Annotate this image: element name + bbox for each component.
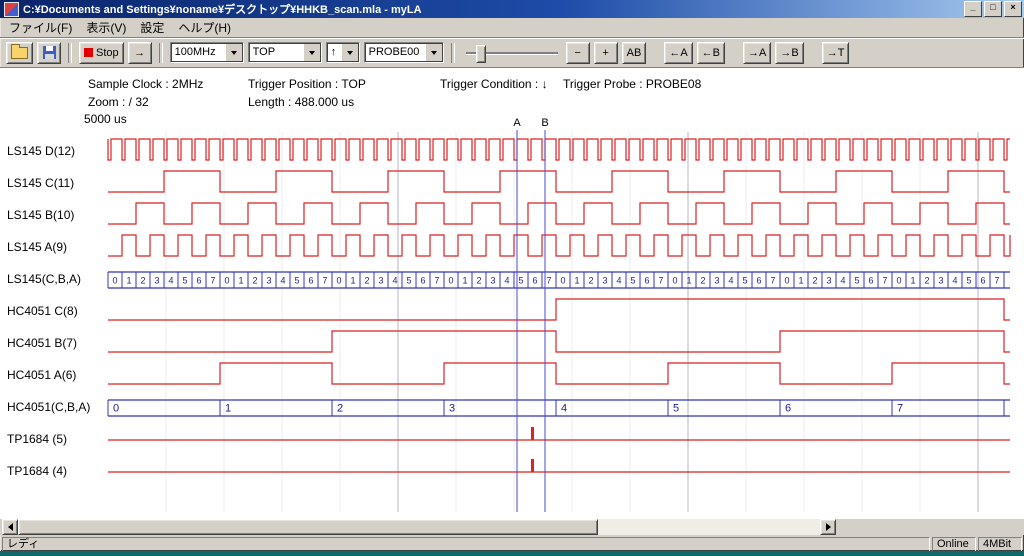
zoom-slider[interactable] xyxy=(462,43,562,63)
menu-settings[interactable]: 設定 xyxy=(133,17,171,38)
goto-cursor-b-left-button[interactable]: ←B xyxy=(697,42,725,64)
app-icon xyxy=(4,2,19,17)
status-ready: レディ xyxy=(2,537,930,551)
sample-rate-select[interactable]: 100MHz xyxy=(170,42,244,63)
menu-help[interactable]: ヘルプ(H) xyxy=(171,17,238,38)
stop-button[interactable]: Stop xyxy=(79,42,124,64)
close-button[interactable]: × xyxy=(1004,1,1022,17)
goto-cursor-b-right-button[interactable]: →B xyxy=(775,42,803,64)
trigger-position-select[interactable]: TOP xyxy=(248,42,322,63)
trigger-position-value: TOP xyxy=(249,43,303,62)
chevron-down-icon xyxy=(431,51,437,55)
statusbar: レディ Online 4MBit xyxy=(0,537,1024,551)
minimize-button[interactable]: _ xyxy=(964,1,982,17)
status-online: Online xyxy=(932,537,976,551)
menu-file[interactable]: ファイル(F) xyxy=(2,17,79,38)
app-window: C:¥Documents and Settings¥noname¥デスクトップ¥… xyxy=(0,0,1024,551)
scroll-right-button[interactable] xyxy=(820,519,836,535)
chevron-down-icon xyxy=(309,51,315,55)
goto-trigger-button[interactable]: →T xyxy=(822,42,850,64)
zoom-out-button[interactable]: − xyxy=(566,42,590,64)
trigger-edge-select[interactable]: ↑ xyxy=(326,42,360,63)
goto-cursor-a-right-button[interactable]: →A xyxy=(743,42,771,64)
goto-cursor-a-left-button[interactable]: ←A xyxy=(664,42,692,64)
save-button[interactable] xyxy=(37,42,61,64)
sample-rate-dropdown-button[interactable] xyxy=(225,43,243,62)
chevron-down-icon xyxy=(347,51,353,55)
probe-select[interactable]: PROBE00 xyxy=(364,42,444,63)
stop-label: Stop xyxy=(96,47,119,59)
run-arrow-icon: → xyxy=(134,47,145,59)
window-title: C:¥Documents and Settings¥noname¥デスクトップ¥… xyxy=(23,1,962,17)
menu-view[interactable]: 表示(V) xyxy=(79,17,133,38)
scrollbar-track[interactable] xyxy=(2,519,836,535)
status-memory: 4MBit xyxy=(978,537,1022,551)
save-floppy-icon xyxy=(43,46,56,59)
open-button[interactable] xyxy=(6,42,33,64)
probe-value: PROBE00 xyxy=(365,43,425,62)
toolbar: Stop → 100MHz TOP ↑ PROBE00 − + AB xyxy=(0,37,1024,68)
maximize-button[interactable]: □ xyxy=(984,1,1002,17)
horizontal-scrollbar[interactable] xyxy=(0,519,1024,535)
trigger-edge-value: ↑ xyxy=(327,43,341,62)
arrow-left-icon xyxy=(8,523,13,531)
toolbar-separator xyxy=(68,43,72,63)
zoom-in-button[interactable]: + xyxy=(594,42,618,64)
run-button[interactable]: → xyxy=(128,42,152,64)
titlebar[interactable]: C:¥Documents and Settings¥noname¥デスクトップ¥… xyxy=(0,0,1024,18)
stop-icon xyxy=(84,48,93,57)
chevron-down-icon xyxy=(231,51,237,55)
zoom-slider-thumb[interactable] xyxy=(476,45,486,63)
toolbar-separator xyxy=(159,43,163,63)
arrow-right-icon xyxy=(826,523,831,531)
sample-rate-value: 100MHz xyxy=(171,43,225,62)
probe-dropdown-button[interactable] xyxy=(425,43,443,62)
waveform-client-area xyxy=(0,68,1024,519)
trigger-edge-dropdown-button[interactable] xyxy=(341,43,359,62)
open-folder-icon xyxy=(11,47,28,59)
trigger-position-dropdown-button[interactable] xyxy=(303,43,321,62)
scrollbar-thumb[interactable] xyxy=(18,519,598,535)
menubar: ファイル(F) 表示(V) 設定 ヘルプ(H) xyxy=(0,18,1024,37)
toolbar-separator xyxy=(451,43,455,63)
scroll-left-button[interactable] xyxy=(2,519,18,535)
cursor-ab-button[interactable]: AB xyxy=(622,42,647,64)
